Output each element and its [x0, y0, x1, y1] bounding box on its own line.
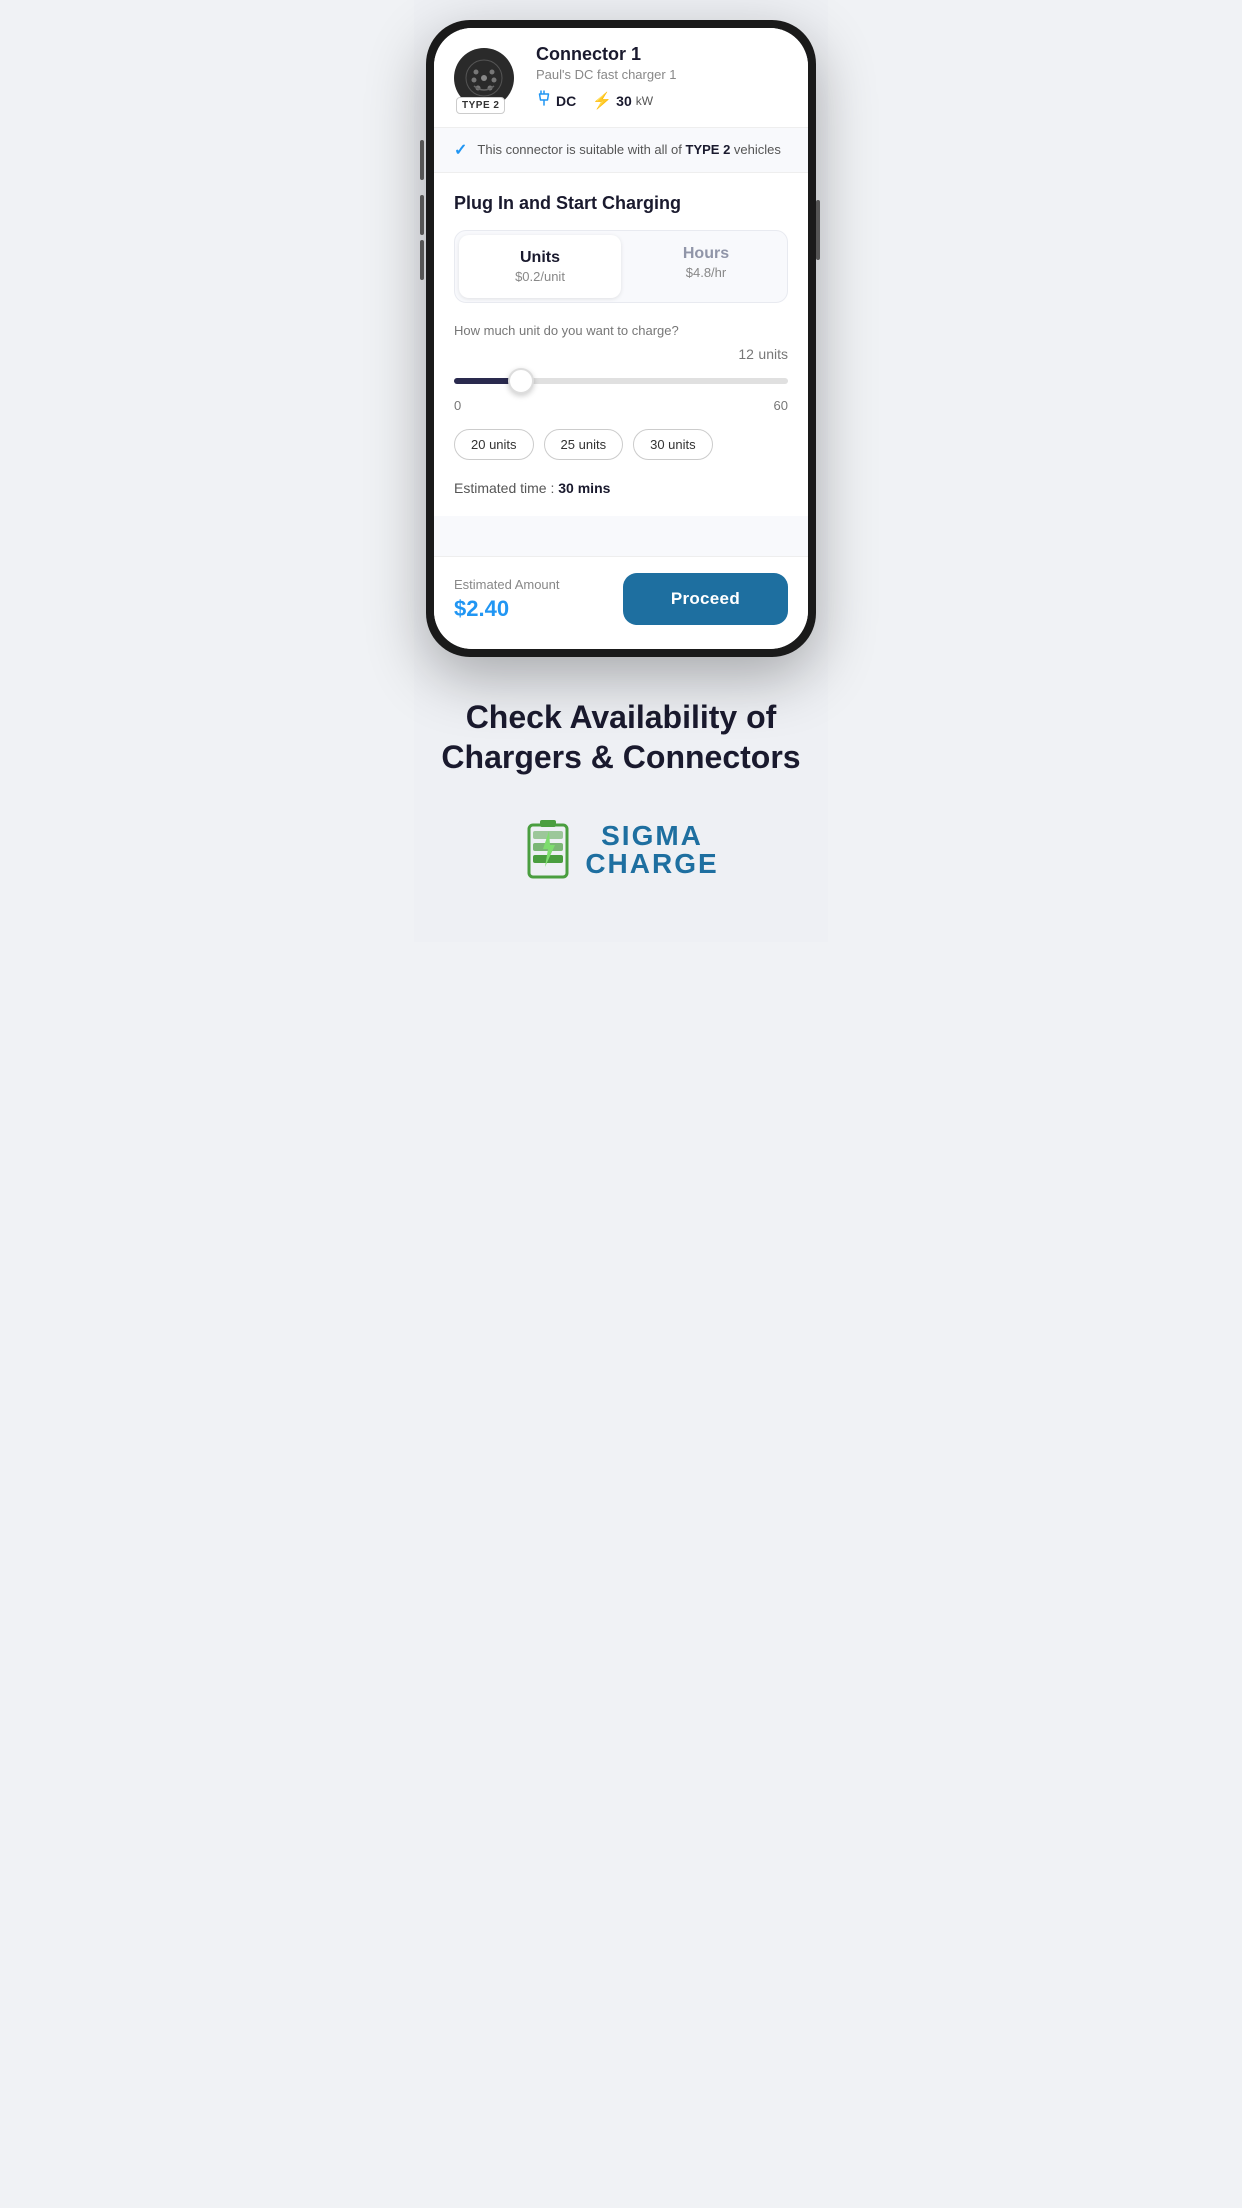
logo-battery-icon	[523, 817, 573, 882]
check-icon: ✓	[454, 140, 467, 160]
tab-hours[interactable]: Hours $4.8/hr	[625, 231, 787, 302]
slider-thumb[interactable]	[508, 368, 534, 394]
bottom-bar: Estimated Amount $2.40 Proceed	[434, 556, 808, 649]
bolt-icon: ⚡	[592, 91, 612, 111]
tagline-line1: Check Availability of	[466, 699, 777, 735]
power-unit: kW	[636, 94, 653, 108]
tagline: Check Availability of Chargers & Connect…	[438, 697, 804, 777]
connector-info: Connector 1 Paul's DC fast charger 1	[536, 44, 788, 111]
slider-track	[454, 378, 788, 384]
charge-tabs: Units $0.2/unit Hours $4.8/hr	[454, 230, 788, 303]
tab-units[interactable]: Units $0.2/unit	[459, 235, 621, 298]
below-phone-section: Check Availability of Chargers & Connect…	[414, 657, 828, 902]
estimated-time-label: Estimated time :	[454, 480, 554, 496]
connector-specs: DC ⚡ 30 kW	[536, 90, 788, 111]
tab-units-label: Units	[473, 249, 607, 267]
phone-mockup: TYPE 2 Connector 1 Paul's DC fast charge…	[426, 20, 816, 657]
connector-icon-wrap: TYPE 2	[454, 48, 524, 108]
slider-min: 0	[454, 398, 461, 413]
estimated-amount-label: Estimated Amount	[454, 577, 560, 592]
current-type-label: DC	[556, 93, 576, 109]
logo-charge: CHARGE	[585, 850, 718, 878]
power-spec: ⚡ 30 kW	[592, 91, 653, 111]
estimated-amount-value: $2.40	[454, 596, 560, 622]
type-badge: TYPE 2	[456, 97, 505, 114]
phone-screen: TYPE 2 Connector 1 Paul's DC fast charge…	[434, 28, 808, 649]
tagline-line2: Chargers & Connectors	[441, 739, 800, 775]
tab-hours-label: Hours	[639, 245, 773, 263]
proceed-button[interactable]: Proceed	[623, 573, 788, 625]
slider-value: 12 units	[738, 346, 788, 364]
chip-25[interactable]: 25 units	[544, 429, 624, 460]
chip-20[interactable]: 20 units	[454, 429, 534, 460]
slider-section: How much unit do you want to charge? 12 …	[454, 323, 788, 413]
slider-question: How much unit do you want to charge?	[454, 323, 788, 338]
section-title: Plug In and Start Charging	[454, 193, 788, 214]
charging-section: Plug In and Start Charging Units $0.2/un…	[434, 173, 808, 516]
logo-text: SIGMA CHARGE	[585, 822, 718, 878]
compat-text: This connector is suitable with all of T…	[477, 141, 780, 159]
connector-subname: Paul's DC fast charger 1	[536, 67, 788, 82]
slider-wrap[interactable]	[454, 370, 788, 392]
slider-max: 60	[774, 398, 788, 413]
estimated-time: Estimated time : 30 mins	[454, 480, 788, 496]
current-type-spec: DC	[536, 90, 576, 111]
chip-30[interactable]: 30 units	[633, 429, 713, 460]
connector-svg	[464, 58, 504, 98]
power-value: 30	[616, 93, 632, 109]
dc-icon	[536, 90, 552, 111]
quick-chips: 20 units 25 units 30 units	[454, 429, 788, 460]
connector-card: TYPE 2 Connector 1 Paul's DC fast charge…	[434, 28, 808, 128]
connector-name: Connector 1	[536, 44, 788, 65]
compat-notice: ✓ This connector is suitable with all of…	[434, 128, 808, 173]
estimated-amount-section: Estimated Amount $2.40	[454, 577, 560, 622]
tab-hours-price: $4.8/hr	[639, 265, 773, 280]
estimated-time-value: 30 mins	[558, 480, 610, 496]
slider-unit: units	[758, 346, 788, 362]
logo-sigma: SIGMA	[585, 822, 718, 850]
slider-labels: 0 60	[454, 398, 788, 413]
tab-units-price: $0.2/unit	[473, 269, 607, 284]
logo-area: SIGMA CHARGE	[438, 817, 804, 882]
